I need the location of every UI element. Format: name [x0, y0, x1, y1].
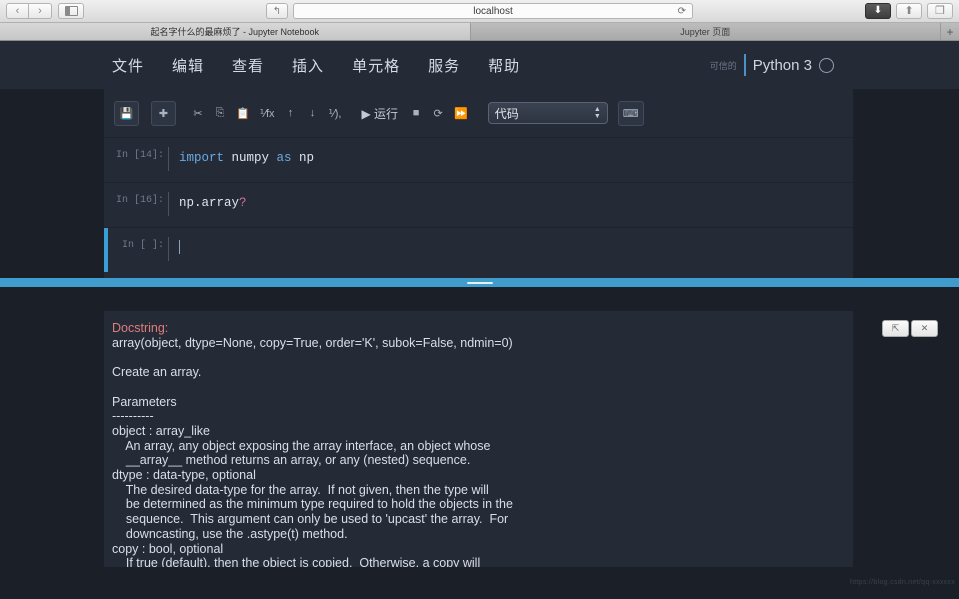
kernel-indicator-area: 可信的 Python 3: [710, 54, 834, 76]
tabs-overview-icon[interactable]: ❐: [927, 3, 953, 19]
save-button[interactable]: 💾: [114, 100, 139, 126]
notebook-page: logout 文件 编辑 查看 插入 单元格 服务 帮助 可信的 Python …: [0, 41, 959, 599]
pager-content: Docstring: array(object, dtype=None, cop…: [104, 311, 853, 567]
notebook-body: 💾 ✚ ✂ ⎘ 📋 ⅟fx ↑ ↓ ⅟), ▶ 运行 ■ ⟳ ⏩ 代码 ▲ ▼ …: [104, 89, 853, 278]
insert-cell-button[interactable]: ✚: [151, 100, 176, 126]
notebook-menubar: 文件 编辑 查看 插入 单元格 服务 帮助 可信的 Python 3: [0, 41, 959, 89]
browser-actions: ⬇ ⬆ ❐: [865, 3, 953, 19]
download-icon[interactable]: ⬇: [865, 3, 891, 19]
format-icon[interactable]: ⅟fx: [256, 101, 279, 126]
menu-insert[interactable]: 插入: [292, 55, 324, 76]
cell-prompt: In [16]:: [115, 195, 164, 206]
command-palette-button[interactable]: ⌨: [617, 100, 644, 126]
cell-type-value: 代码: [494, 106, 519, 121]
nav-buttons: ‹ ›: [6, 3, 52, 19]
open-in-new-window-icon[interactable]: ⇱: [882, 320, 909, 337]
docstring-label: Docstring:: [112, 321, 169, 335]
pager-splitter[interactable]: [0, 278, 959, 287]
docstring-body: array(object, dtype=None, copy=True, ord…: [112, 335, 513, 567]
cut-button[interactable]: ✂: [188, 101, 208, 126]
cell-list: In [14]: import numpy as np In [16]: np.…: [104, 137, 853, 278]
code-token-question: ?: [239, 196, 247, 210]
pager-panel: ⇱ ✕ Docstring: array(object, dtype=None,…: [0, 311, 959, 591]
history-back-icon[interactable]: ↰: [266, 3, 288, 19]
docstring-heading: Docstring:: [104, 321, 853, 336]
code-token-as: as: [276, 151, 300, 165]
kernel-name-label: Python 3: [752, 56, 812, 74]
url-text: localhost: [473, 5, 513, 17]
trust-label[interactable]: 可信的: [710, 59, 737, 72]
url-area: ↰ localhost ⟳: [0, 3, 959, 19]
menu-view[interactable]: 查看: [232, 55, 264, 76]
stop-button[interactable]: ■: [406, 101, 426, 126]
toolbar-group-edit: ✂ ⎘ 📋 ⅟fx ↑ ↓ ⅟),: [188, 101, 347, 126]
cell-code-editor[interactable]: np.array?: [168, 192, 853, 216]
back-button[interactable]: ‹: [6, 3, 29, 19]
cell-prompt: In [14]:: [115, 150, 164, 161]
code-token-numpy: numpy: [231, 151, 277, 165]
address-bar[interactable]: localhost ⟳: [293, 3, 693, 19]
kernel-busy-icon: [819, 57, 834, 73]
paste-button[interactable]: 📋: [232, 101, 254, 126]
menu-file[interactable]: 文件: [112, 55, 144, 76]
notebook-cell[interactable]: In [14]: import numpy as np: [104, 137, 853, 182]
forward-button[interactable]: ›: [29, 3, 52, 19]
divider: [743, 54, 746, 76]
copy-button[interactable]: ⎘: [210, 101, 230, 126]
new-tab-button[interactable]: +: [941, 23, 959, 40]
restart-kernel-button[interactable]: ⟳: [428, 101, 448, 126]
toolbar-group-run: ▶ 运行 ■ ⟳ ⏩: [355, 101, 473, 126]
toolbar-group-insert: ✚: [151, 100, 180, 126]
notebook-toolbar: 💾 ✚ ✂ ⎘ 📋 ⅟fx ↑ ↓ ⅟), ▶ 运行 ■ ⟳ ⏩ 代码 ▲ ▼ …: [104, 89, 853, 137]
text-caret: [179, 240, 180, 254]
reload-icon[interactable]: ⟳: [678, 6, 686, 17]
share-icon[interactable]: ⬆: [896, 3, 922, 19]
move-up-button[interactable]: ↑: [281, 101, 301, 126]
pager-buttons: ⇱ ✕: [882, 320, 938, 337]
cell-code-editor[interactable]: import numpy as np: [168, 147, 853, 171]
cell-prompt: In [ ]:: [121, 240, 164, 251]
move-down-button[interactable]: ↓: [303, 101, 323, 126]
sidebar-toggle-button[interactable]: [58, 3, 84, 19]
code-token-np: np: [299, 151, 315, 165]
close-pager-icon[interactable]: ✕: [911, 320, 938, 337]
toolbar-group-file: 💾: [114, 100, 143, 126]
chevron-updown-icon: ▲ ▼: [593, 106, 601, 120]
tab-jupyter-home[interactable]: Jupyter 页面: [470, 23, 941, 40]
cell-type-select[interactable]: 代码 ▲ ▼: [487, 102, 608, 124]
drag-handle-icon[interactable]: [466, 281, 493, 284]
extra-icon[interactable]: ⅟),: [325, 101, 346, 126]
notebook-cell-selected[interactable]: In [ ]:: [104, 227, 853, 272]
menu-edit[interactable]: 编辑: [172, 55, 204, 76]
menu-kernel[interactable]: 服务: [428, 55, 460, 76]
restart-run-all-button[interactable]: ⏩: [450, 101, 472, 126]
notebook-cell[interactable]: In [16]: np.array?: [104, 182, 853, 227]
watermark-text: https://blog.csdn.net/qq-xxxxxx: [849, 579, 955, 586]
menu-cell[interactable]: 单元格: [352, 55, 400, 76]
tab-bar: 起名字什么的最麻烦了 - Jupyter Notebook Jupyter 页面…: [0, 23, 959, 41]
code-token-import: import: [179, 151, 232, 165]
sidebar-icon: [64, 6, 78, 16]
browser-toolbar: ‹ › ↰ localhost ⟳ ⬇ ⬆ ❐: [0, 0, 959, 23]
menu-help[interactable]: 帮助: [488, 55, 520, 76]
cell-code-editor[interactable]: [168, 237, 853, 261]
code-token-nparray: np.array: [179, 196, 240, 210]
tab-notebook[interactable]: 起名字什么的最麻烦了 - Jupyter Notebook: [0, 23, 471, 40]
run-button[interactable]: ▶ 运行: [355, 101, 404, 126]
